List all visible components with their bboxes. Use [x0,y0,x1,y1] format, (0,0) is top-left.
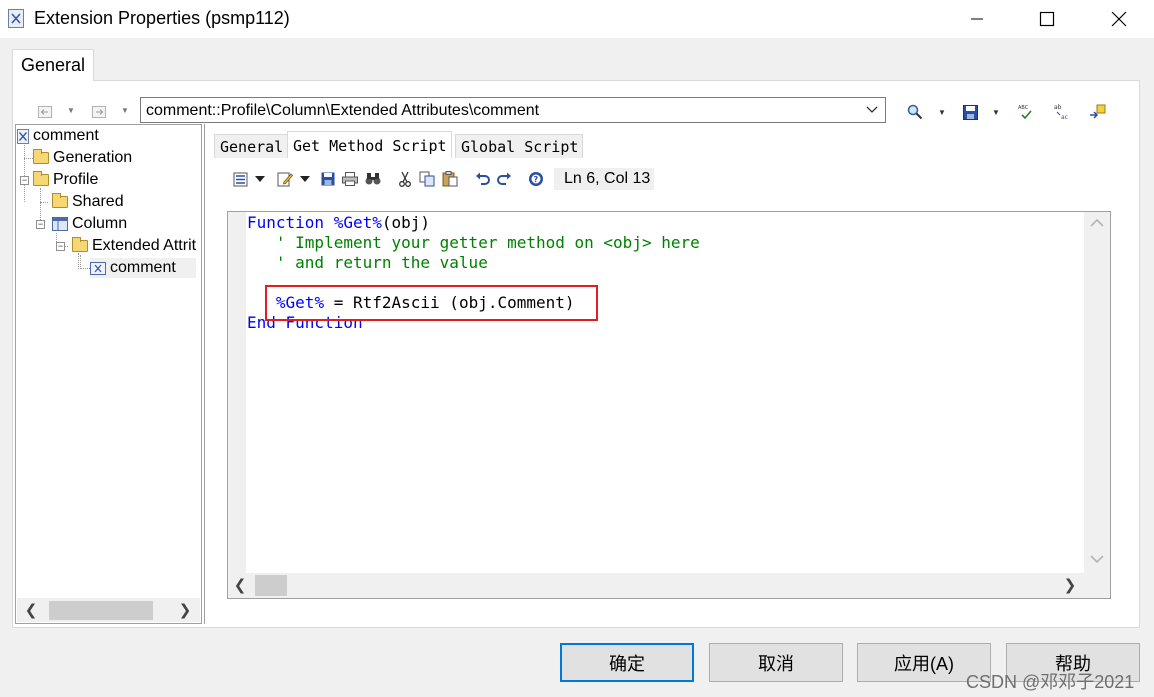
replace-icon[interactable]: ab ac [1053,103,1071,121]
scroll-left-icon[interactable]: ❮ [230,575,250,595]
attribute-icon [90,261,106,275]
tree-item-column[interactable]: Column [52,214,127,234]
back-dropdown-icon[interactable]: ▼ [67,106,75,115]
tree-item-label: comment [110,259,176,276]
cancel-button[interactable]: 取消 [709,643,843,682]
minimize-icon [971,18,983,20]
maximize-icon [1039,11,1055,27]
tree-item-label: Generation [53,149,133,166]
path-value: comment::Profile\Column\Extended Attribu… [146,102,540,119]
undo-icon[interactable] [474,171,490,187]
scroll-right-icon[interactable]: ❯ [1060,575,1080,595]
tree-item-extended-attributes[interactable]: Extended Attrit [72,236,196,256]
tree-item-shared[interactable]: Shared [52,192,124,212]
close-button[interactable] [1084,0,1154,38]
tab-global-script[interactable]: Global Script [455,134,584,158]
code-line-1: Function %Get%(obj) [247,213,430,233]
collapse-icon[interactable]: − [36,220,45,229]
edit-dropdown-icon[interactable] [297,171,313,187]
folder-icon [72,237,88,252]
highlight-annotation-box [265,285,598,321]
window-title: Extension Properties (psmp112) [34,8,290,28]
tree-item-label: comment [33,127,99,144]
properties-icon[interactable] [232,171,248,187]
tree-item-label: Column [72,215,128,232]
folder-icon [33,171,49,186]
cursor-position-status: Ln 6, Col 13 [554,168,654,190]
svg-text:?: ? [534,175,539,184]
properties-dropdown-icon[interactable] [252,171,268,187]
tree-horizontal-scrollbar[interactable]: ❮ ❯ [17,598,200,622]
tree-item-profile[interactable]: Profile [33,170,98,190]
path-combobox[interactable]: comment::Profile\Column\Extended Attribu… [140,97,886,123]
save-script-icon[interactable] [320,171,336,187]
spell-check-icon[interactable]: ABC [1017,103,1035,121]
svg-text:ABC: ABC [1018,105,1029,111]
save-icon[interactable] [961,103,979,121]
paste-icon[interactable] [442,171,458,187]
keyword-function: Function [247,213,334,232]
column-icon [52,217,68,231]
save-dropdown-icon[interactable]: ▼ [992,108,1000,117]
maximize-button[interactable] [1012,0,1082,38]
tree-item-generation[interactable]: Generation [33,148,132,168]
scrollbar-thumb[interactable] [255,575,287,596]
forward-dropdown-icon[interactable]: ▼ [121,106,129,115]
code-line-3: ' and return the value [247,253,488,272]
tree-view[interactable]: − − − comment Generation Profile Shared … [15,124,202,624]
watermark-text: CSDN @邓邓子2021 [966,672,1135,692]
edit-icon[interactable] [277,171,293,187]
scroll-up-icon[interactable] [1088,216,1106,235]
app-icon [8,9,24,28]
tree-item-label: Shared [72,193,124,210]
redo-icon[interactable] [496,171,512,187]
scroll-right-icon[interactable]: ❯ [175,600,195,620]
tree-item-label: Profile [53,171,99,188]
tab-general-outer[interactable]: General [12,49,94,81]
code-line-2: ' Implement your getter method on <obj> … [247,233,700,252]
scroll-down-icon[interactable] [1088,552,1106,571]
tab-get-method-script[interactable]: Get Method Script [287,131,452,158]
help-icon[interactable]: ? [528,171,544,187]
print-icon[interactable] [342,171,358,187]
ok-button[interactable]: 确定 [560,643,694,682]
extension-icon [17,128,29,144]
folder-icon [52,193,68,208]
copy-icon[interactable] [419,171,435,187]
collapse-icon[interactable]: − [56,242,65,251]
binoculars-icon[interactable] [365,171,381,187]
back-icon[interactable] [36,104,54,120]
code-text: (obj) [381,213,431,232]
close-icon [1111,11,1127,27]
find-dropdown-icon[interactable]: ▼ [938,108,946,117]
svg-text:ab: ab [1054,104,1062,111]
cut-icon[interactable] [397,171,413,187]
tree-item-comment-selected[interactable]: comment [90,258,196,278]
pin-icon[interactable] [1089,103,1107,121]
chevron-down-icon[interactable] [865,102,879,121]
forward-icon[interactable] [90,104,108,120]
collapse-icon[interactable]: − [20,176,29,185]
tab-general[interactable]: General [214,134,289,158]
title-bar: Extension Properties (psmp112) [0,0,1154,38]
tree-item-label: Extended Attrit [92,237,197,254]
svg-text:ac: ac [1061,114,1068,121]
editor-horizontal-scrollbar[interactable]: ❮ ❯ [228,573,1110,598]
minimize-button[interactable] [942,0,1012,38]
tree-item-comment-root[interactable]: comment [17,126,99,146]
find-icon[interactable] [906,103,924,121]
scrollbar-thumb[interactable] [49,601,153,620]
editor-vertical-scrollbar[interactable] [1085,212,1110,573]
keyword-get: %Get% [333,213,382,232]
folder-icon [33,149,49,164]
scroll-left-icon[interactable]: ❮ [21,600,41,620]
